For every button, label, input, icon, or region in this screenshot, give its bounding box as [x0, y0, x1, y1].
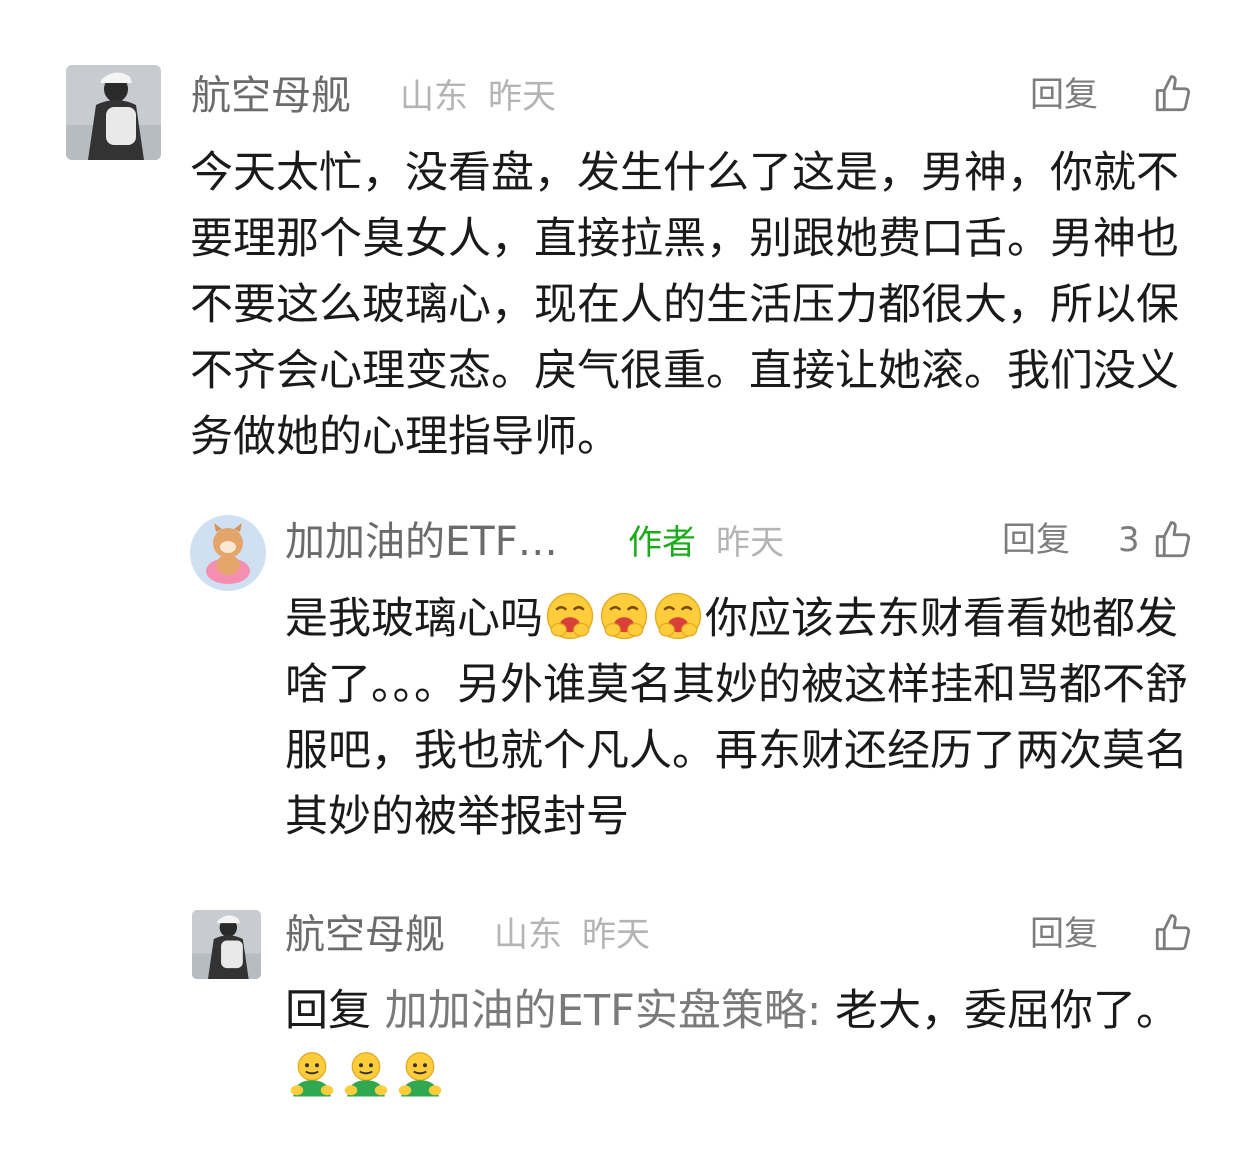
avatar[interactable]: [192, 910, 261, 979]
giggle-emoji-icon: [653, 591, 703, 641]
green-person-emoji-icon: [395, 1049, 445, 1099]
reply-target-link[interactable]: 加加油的ETF实盘策略:: [385, 986, 822, 1036]
comment-text: 是我玻璃心吗 你应该去东财看看她都发啥了。。。另外谁莫名其妙的被这样挂和骂都不舒服…: [285, 586, 1195, 850]
timestamp: 昨天: [582, 915, 650, 955]
reply-prefix: 回复: [285, 986, 385, 1036]
timestamp: 昨天: [488, 77, 556, 117]
giggle-emoji-icon: [599, 591, 649, 641]
location: 山东: [494, 915, 562, 955]
reply-button[interactable]: 回复: [1030, 78, 1098, 112]
reply-button[interactable]: 回复: [1002, 523, 1070, 557]
commenter-name[interactable]: 航空母舰: [191, 76, 351, 116]
comment-text: 今天太忙，没看盘，发生什么了这是，男神，你就不要理那个臭女人，直接拉黑，别跟她费…: [190, 148, 1179, 462]
thumbs-up-icon[interactable]: [1152, 912, 1194, 954]
like-count: 3: [1118, 520, 1140, 560]
thumbs-up-icon[interactable]: [1152, 519, 1194, 561]
comment-text-part: 老大，委屈你了。: [821, 986, 1179, 1036]
timestamp: 昨天: [716, 523, 784, 563]
thumbs-up-icon[interactable]: [1152, 73, 1194, 115]
reply-button[interactable]: 回复: [1030, 917, 1098, 951]
author-badge: 作者: [628, 523, 696, 563]
green-person-emoji-icon: [341, 1049, 391, 1099]
giggle-emoji-icon: [545, 591, 595, 641]
avatar[interactable]: [66, 65, 161, 160]
comment-text-part: 是我玻璃心吗: [285, 594, 543, 644]
commenter-name[interactable]: 航空母舰: [285, 915, 445, 955]
avatar[interactable]: [190, 515, 266, 591]
green-person-emoji-icon: [287, 1049, 337, 1099]
comment-text: 回复 加加油的ETF实盘策略: 老大，委屈你了。: [285, 978, 1185, 1110]
location: 山东: [400, 77, 468, 117]
commenter-name[interactable]: 加加油的ETF…: [285, 522, 558, 562]
